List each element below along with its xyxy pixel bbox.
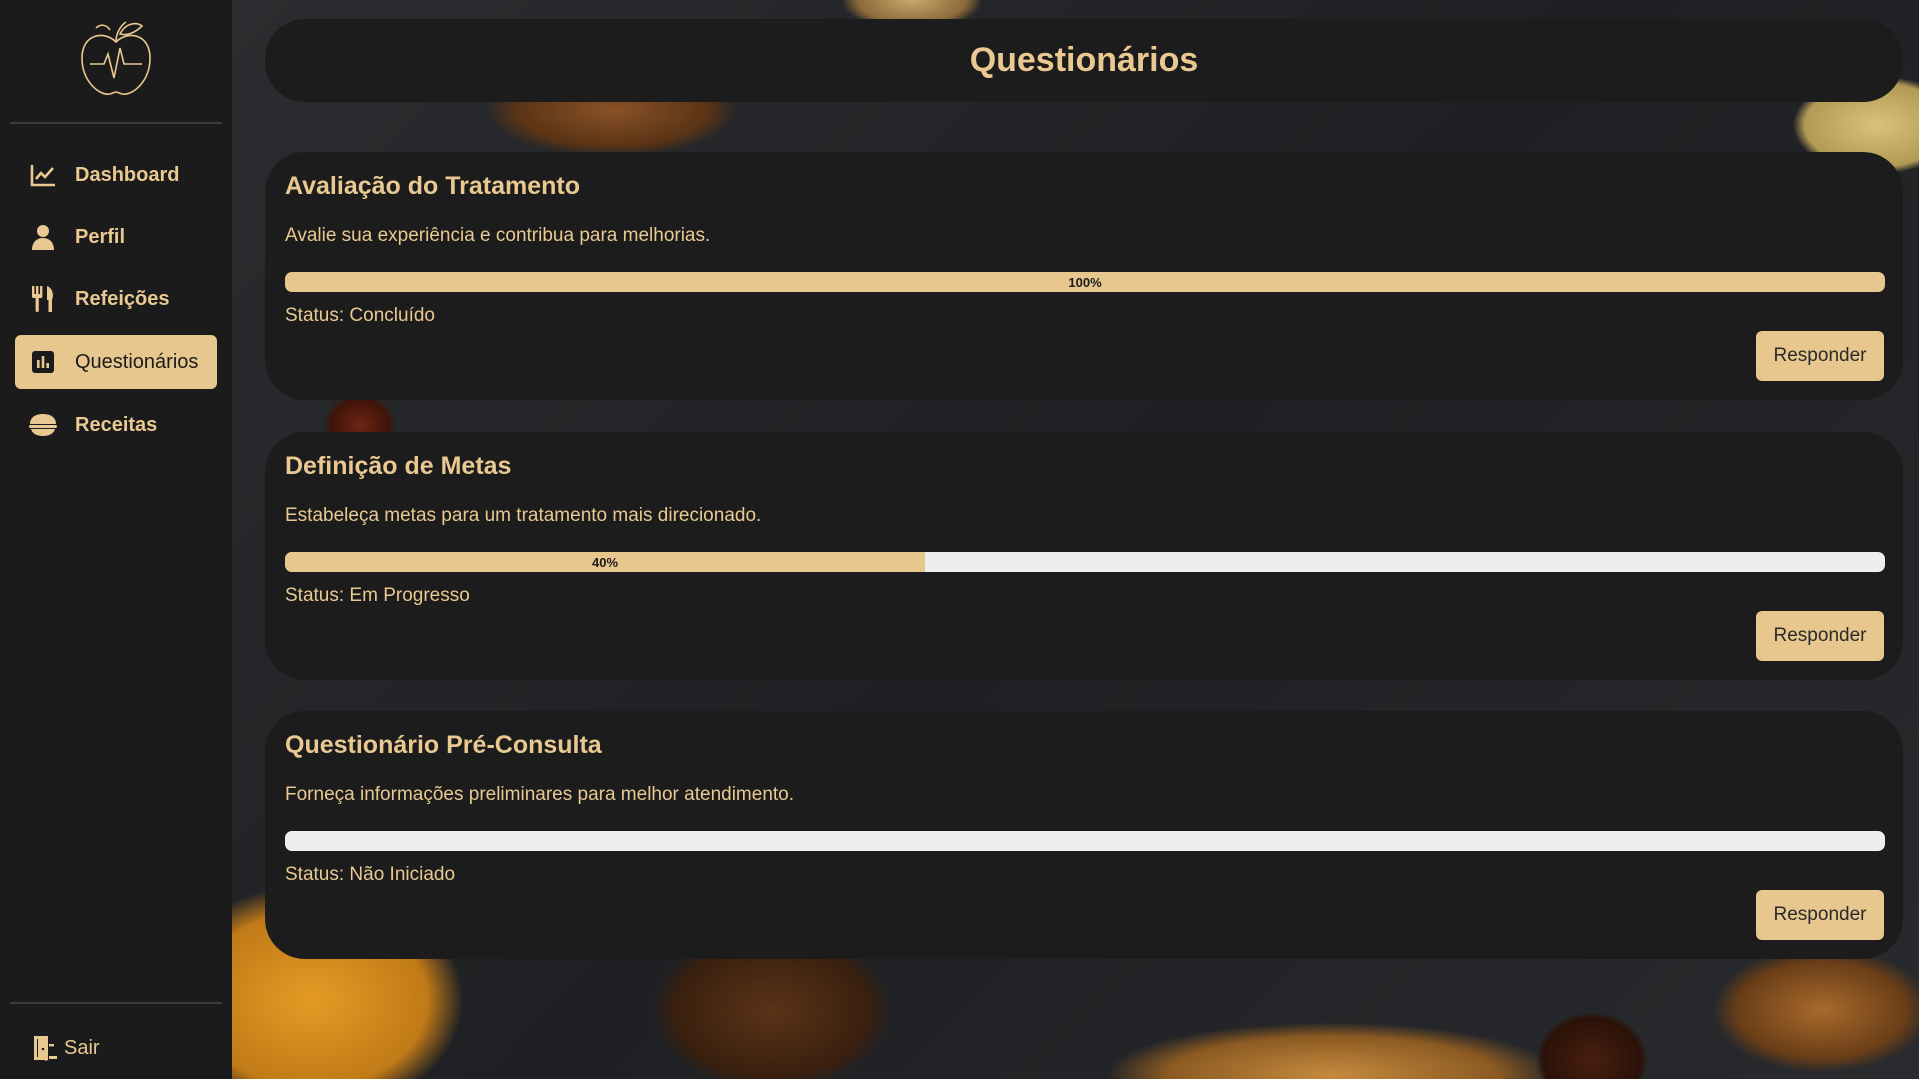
sidebar-item-receitas[interactable]: Receitas (15, 398, 217, 452)
sidebar-item-dashboard[interactable]: Dashboard (15, 148, 217, 202)
progress-bar: 40% (285, 552, 1885, 572)
progress-fill: 40% (285, 552, 925, 572)
apple-logo-icon[interactable] (76, 12, 156, 102)
card-title: Questionário Pré-Consulta (285, 731, 602, 759)
door-exit-icon (30, 1034, 58, 1062)
progress-bar (285, 831, 1885, 851)
bowl-icon (29, 411, 57, 439)
questionnaire-card: Definição de Metas Estabeleça metas para… (265, 432, 1903, 680)
sidebar-item-label: Dashboard (75, 163, 180, 186)
page-header: Questionários (265, 19, 1903, 102)
card-description: Forneça informações preliminares para me… (285, 784, 795, 805)
user-icon (29, 223, 57, 251)
progress-label: 100% (1068, 274, 1102, 290)
questionnaire-card: Avaliação do Tratamento Avalie sua exper… (265, 152, 1903, 400)
card-description: Avalie sua experiência e contribua para … (285, 225, 711, 246)
sidebar-item-label: Refeições (75, 287, 170, 310)
card-status: Status: Não Iniciado (285, 864, 456, 885)
card-status: Status: Concluído (285, 305, 435, 326)
sidebar-item-label: Perfil (75, 225, 126, 248)
card-title: Avaliação do Tratamento (285, 172, 580, 200)
progress-fill: 100% (285, 272, 1885, 292)
sidebar-item-label: Questionários (75, 350, 199, 373)
sidebar-item-perfil[interactable]: Perfil (15, 210, 217, 264)
sidebar-item-refeicoes[interactable]: Refeições (15, 272, 217, 326)
page-title: Questionários (969, 41, 1199, 79)
sidebar: Dashboard Perfil Refeições Questionários… (0, 0, 232, 1079)
card-description: Estabeleça metas para um tratamento mais… (285, 505, 762, 526)
app: Dashboard Perfil Refeições Questionários… (0, 0, 1919, 1079)
chart-line-icon (29, 161, 57, 189)
questionnaire-card: Questionário Pré-Consulta Forneça inform… (265, 711, 1903, 959)
bar-chart-square-icon (29, 348, 57, 376)
respond-button[interactable]: Responder (1756, 890, 1884, 940)
logout-button[interactable]: Sair (30, 1034, 100, 1062)
sidebar-item-questionarios[interactable]: Questionários (15, 335, 217, 389)
sidebar-divider-bottom (10, 1002, 222, 1004)
progress-bar: 100% (285, 272, 1885, 292)
card-status: Status: Em Progresso (285, 585, 470, 606)
progress-label: 40% (591, 554, 619, 570)
logout-label: Sair (64, 1036, 100, 1059)
utensils-icon (29, 285, 57, 313)
card-title: Definição de Metas (285, 452, 512, 480)
sidebar-item-label: Receitas (75, 413, 158, 436)
sidebar-divider-top (10, 122, 222, 124)
respond-button[interactable]: Responder (1756, 611, 1884, 661)
respond-button[interactable]: Responder (1756, 331, 1884, 381)
